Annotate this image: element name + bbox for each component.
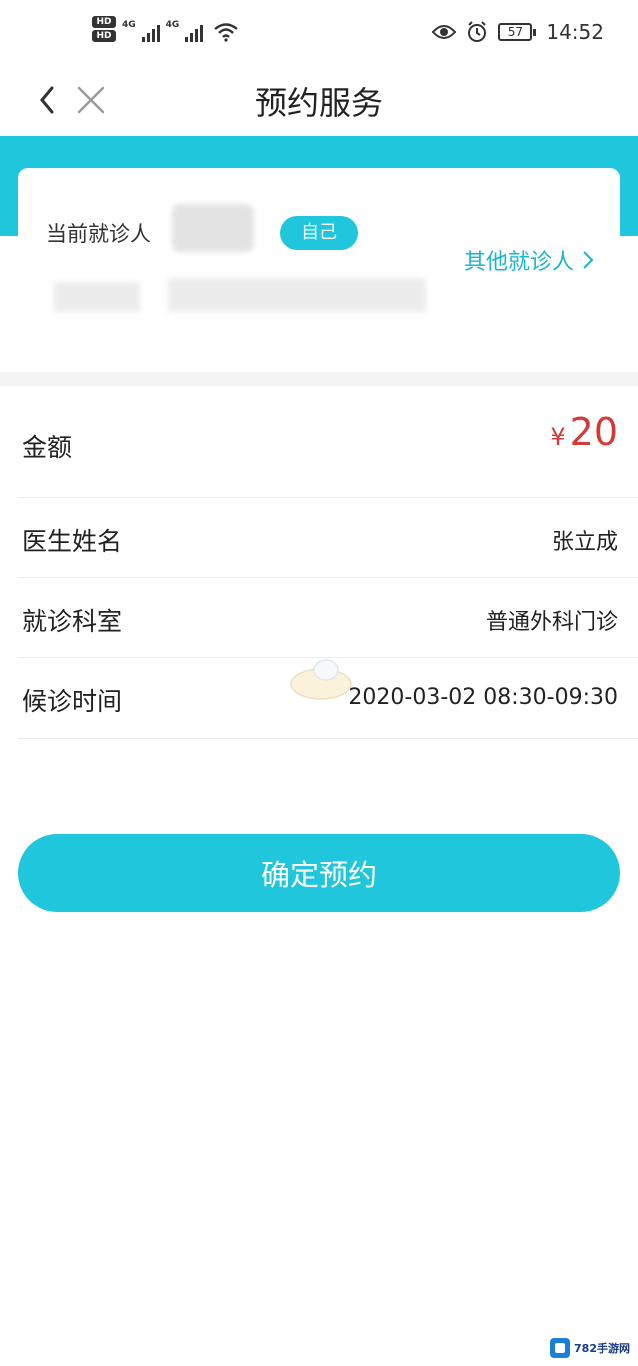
section-divider: [0, 372, 638, 386]
wifi-icon: [214, 23, 239, 42]
hd-badge-2: HD: [92, 30, 116, 42]
page-title: 预约服务: [254, 84, 383, 122]
doctor-name: 张立成: [551, 530, 618, 555]
eye-icon: [432, 25, 457, 39]
watermark-mascot-icon: [290, 659, 352, 700]
patient-name-redacted: [172, 204, 254, 252]
site-logo-icon: [550, 1338, 571, 1358]
hd-badge-1: HD: [92, 16, 116, 28]
alarm-icon: [468, 21, 487, 42]
hd-indicators: HD HD: [92, 16, 116, 42]
site-watermark: 782手游网: [550, 1338, 630, 1358]
waiting-time-value: 2020-03-02 08:30-09:30: [348, 685, 618, 710]
department-label: 就诊科室: [22, 607, 123, 636]
status-bar-left: HD HD 4G 4G: [92, 16, 239, 42]
watermark-text: 782手游网: [574, 1342, 630, 1355]
status-bar: HD HD 4G 4G 57 14:52: [0, 0, 638, 70]
department-value: 普通外科门诊: [485, 610, 618, 635]
amount-label: 金额: [22, 433, 73, 462]
doctor-label: 医生姓名: [22, 527, 123, 556]
battery-level: 57: [498, 23, 533, 41]
battery-icon: 57: [498, 23, 537, 41]
row-divider: [18, 738, 638, 739]
signal-icon: [141, 24, 160, 42]
network-type-1: 4G: [122, 20, 136, 30]
waiting-time-label: 候诊时间: [22, 687, 123, 716]
department-row: 就诊科室 普通外科门诊: [0, 578, 638, 658]
other-patients-link[interactable]: 其他就诊人: [464, 244, 594, 276]
status-bar-right: 57 14:52: [432, 20, 604, 44]
nav-bar: 预约服务: [0, 70, 638, 136]
amount-number: 20: [569, 410, 618, 454]
patient-info-redacted: [168, 278, 426, 312]
amount-value: ¥20: [550, 410, 618, 454]
clock: 14:52: [546, 20, 604, 44]
patient-card: 当前就诊人 自己 其他就诊人: [18, 168, 620, 370]
other-patients-label: 其他就诊人: [463, 250, 574, 275]
doctor-row: 医生姓名 张立成: [0, 498, 638, 578]
current-patient-label: 当前就诊人: [46, 222, 151, 246]
currency-symbol: ¥: [550, 423, 566, 451]
amount-row: 金额 ¥20: [0, 390, 638, 498]
signal-icon: [185, 24, 204, 42]
confirm-appointment-button[interactable]: 确定预约: [18, 834, 620, 912]
patient-info-redacted: [54, 282, 140, 312]
chevron-right-icon: [583, 251, 594, 269]
network-type-2: 4G: [165, 20, 180, 30]
relation-badge: 自己: [280, 216, 358, 250]
